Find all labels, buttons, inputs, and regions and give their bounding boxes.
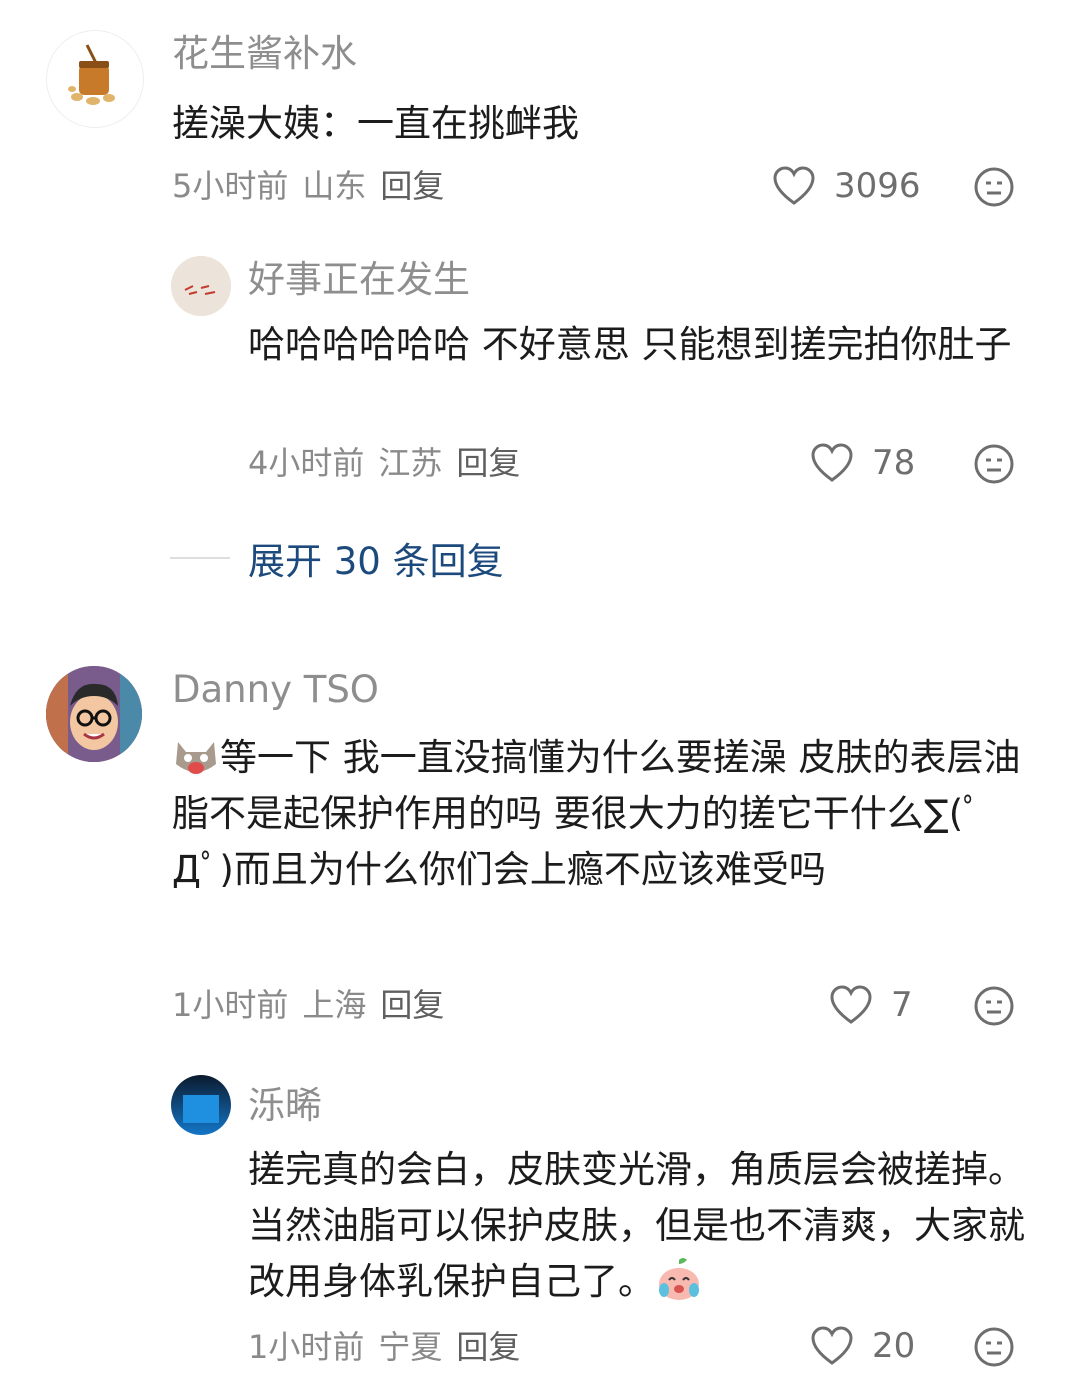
- comment-meta: 1小时前 上海 回复: [172, 985, 458, 1025]
- comment-text: 搓澡大姨：一直在挑衅我: [172, 102, 579, 145]
- peanut-butter-jar-icon: [68, 44, 115, 105]
- like-button[interactable]: 3096: [772, 162, 921, 210]
- comment-body: 等一下 我一直没搞懂为什么要搓澡 皮肤的表层油脂不是起保护作用的吗 要很大力的搓…: [172, 730, 1032, 898]
- reply-location: 江苏: [378, 444, 443, 482]
- blue-gradient-avatar: [171, 1075, 231, 1135]
- reply-button[interactable]: 回复: [456, 1328, 520, 1366]
- comment-text: 等一下 我一直没搞懂为什么要搓澡 皮肤的表层油脂不是起保护作用的吗 要很大力的搓…: [172, 736, 1021, 891]
- cartoon-man-glasses-avatar: [46, 666, 142, 762]
- reply-button[interactable]: 回复: [380, 167, 444, 205]
- like-count: 78: [872, 443, 916, 483]
- reply-text: 搓完真的会白，皮肤变光滑，角质层会被搓掉。当然油脂可以保护皮肤，但是也不清爽，大…: [248, 1148, 1025, 1303]
- reply-time: 1小时前: [248, 1328, 365, 1366]
- like-button[interactable]: 7: [829, 981, 913, 1029]
- comment-location: 上海: [302, 986, 367, 1024]
- heart-icon: [773, 166, 815, 205]
- reply-button[interactable]: 回复: [456, 444, 520, 482]
- reply-text: 哈哈哈哈哈哈 不好意思 只能想到搓完拍你肚子: [248, 323, 1012, 366]
- expand-replies-label: 展开 30 条回复: [248, 540, 504, 583]
- shocked-cat-emoji: [176, 742, 216, 774]
- expand-replies-button[interactable]: 展开 30 条回复: [170, 532, 504, 584]
- comment-location: 山东: [302, 167, 367, 205]
- divider: [170, 557, 230, 559]
- dislike-face-icon[interactable]: [973, 1326, 1015, 1368]
- heart-icon: [811, 443, 853, 482]
- like-button[interactable]: 20: [810, 1322, 915, 1370]
- reply-location: 宁夏: [378, 1328, 443, 1366]
- heart-icon: [830, 985, 872, 1024]
- reply-time: 4小时前: [248, 444, 365, 482]
- comment-time: 5小时前: [172, 167, 289, 205]
- like-count: 3096: [834, 166, 921, 206]
- reply-body: 搓完真的会白，皮肤变光滑，角质层会被搓掉。当然油脂可以保护皮肤，但是也不清爽，大…: [248, 1142, 1038, 1310]
- reply-button[interactable]: 回复: [380, 986, 444, 1024]
- dislike-face-icon[interactable]: [973, 166, 1015, 208]
- reply-username[interactable]: 泺晞: [248, 1084, 322, 1128]
- crying-peach-emoji: [659, 1258, 699, 1300]
- reply-username[interactable]: 好事正在发生: [248, 258, 470, 302]
- username[interactable]: 花生酱补水: [172, 32, 357, 76]
- user-avatar[interactable]: [46, 30, 144, 128]
- dislike-face-icon[interactable]: [973, 985, 1015, 1027]
- reply-meta: 4小时前 江苏 回复: [248, 443, 534, 483]
- like-button[interactable]: 78: [810, 439, 915, 487]
- handwritten-sign-avatar: [171, 256, 231, 316]
- reply-user-avatar[interactable]: [171, 256, 231, 316]
- username[interactable]: Danny TSO: [172, 668, 379, 712]
- like-count: 20: [872, 1326, 916, 1366]
- heart-icon: [811, 1326, 853, 1365]
- user-avatar[interactable]: [46, 666, 142, 762]
- comment-meta: 5小时前 山东 回复: [172, 166, 458, 206]
- comment-time: 1小时前: [172, 986, 289, 1024]
- dislike-face-icon[interactable]: [973, 443, 1015, 485]
- like-count: 7: [891, 985, 913, 1025]
- reply-meta: 1小时前 宁夏 回复: [248, 1327, 534, 1367]
- reply-user-avatar[interactable]: [171, 1075, 231, 1135]
